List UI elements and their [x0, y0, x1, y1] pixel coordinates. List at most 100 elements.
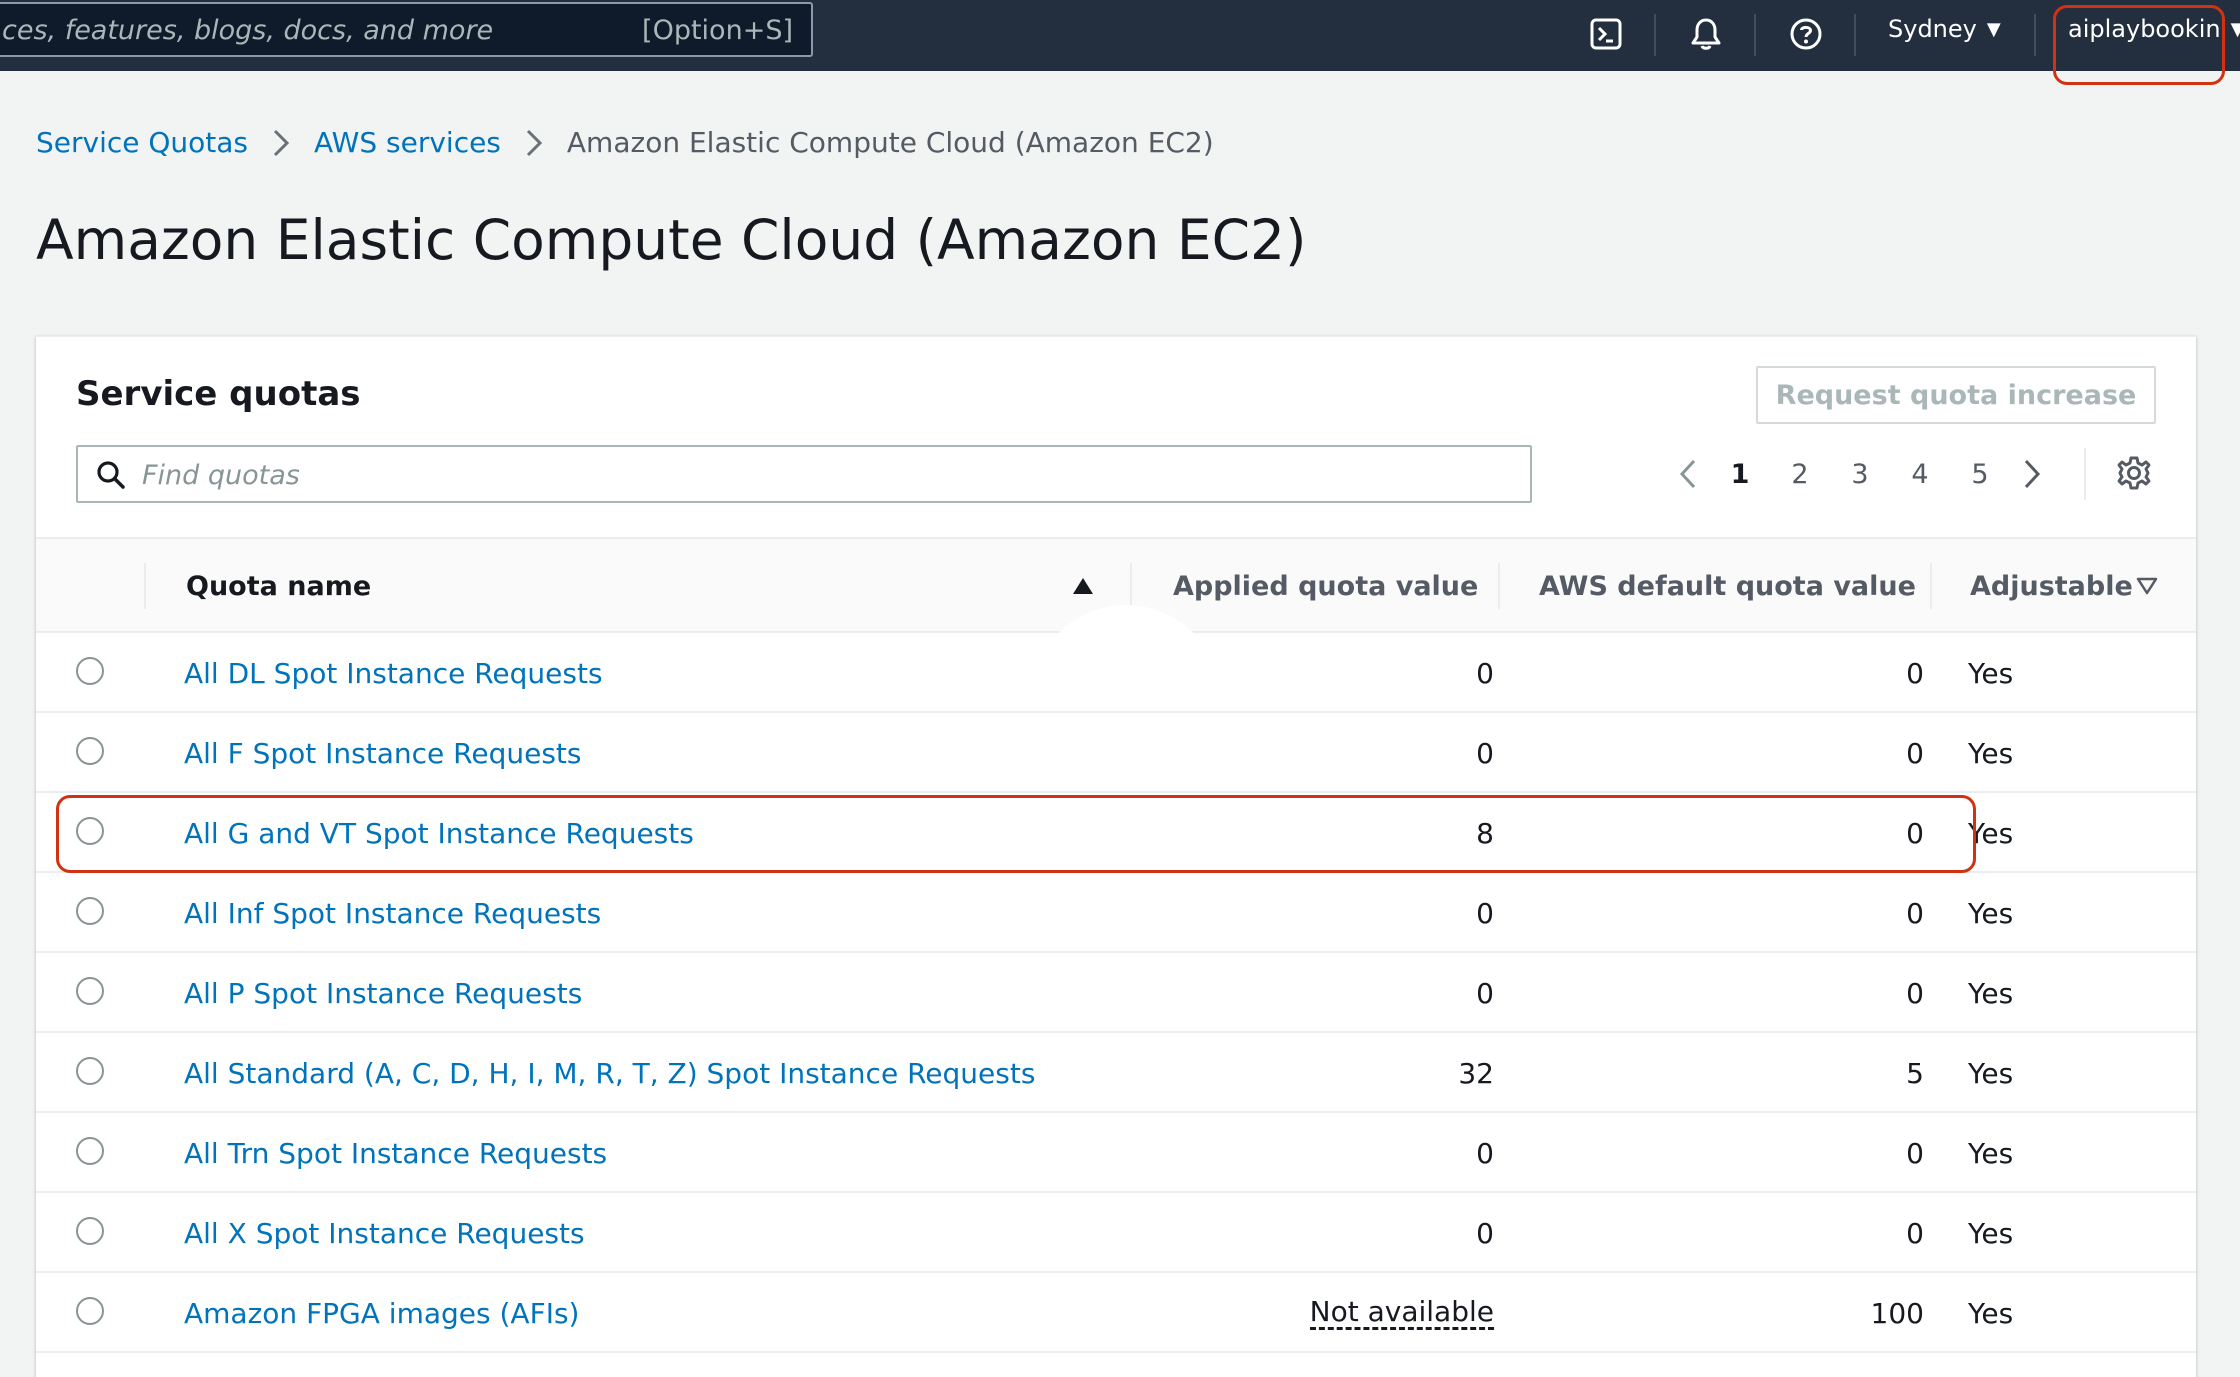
column-header-quota-name[interactable]: Quota name: [186, 571, 371, 602]
row-select-radio[interactable]: [76, 1217, 104, 1245]
column-divider: [1130, 563, 1132, 609]
find-quotas-input[interactable]: [140, 455, 1514, 495]
column-divider: [1498, 563, 1500, 609]
next-page-icon[interactable]: [2010, 451, 2054, 497]
applied-quota-value: 0: [1476, 1217, 1494, 1250]
search-icon: [96, 460, 126, 494]
filter-dropdown-icon[interactable]: [2136, 577, 2158, 599]
search-shortcut-hint: [Option+S]: [642, 15, 793, 46]
aws-default-quota-value: 0: [1906, 737, 1924, 770]
applied-quota-value: 8: [1476, 817, 1494, 850]
aws-default-quota-value: 0: [1906, 1217, 1924, 1250]
quota-name-link[interactable]: All Standard (A, C, D, H, I, M, R, T, Z)…: [184, 1057, 1035, 1090]
aws-default-quota-value: 5: [1906, 1057, 1924, 1090]
column-header-aws-default-quota-value[interactable]: AWS default quota value: [1539, 571, 1916, 602]
row-select-radio[interactable]: [76, 1297, 104, 1325]
applied-quota-value: 0: [1476, 897, 1494, 930]
row-select-radio[interactable]: [76, 817, 104, 845]
row-select-radio[interactable]: [76, 657, 104, 685]
applied-quota-value: 0: [1476, 1137, 1494, 1170]
global-search-placeholder: ces, features, blogs, docs, and more: [2, 15, 494, 46]
row-select-radio[interactable]: [76, 977, 104, 1005]
applied-quota-value: 0: [1476, 737, 1494, 770]
service-quotas-panel: Service quotas Request quota increase 1 …: [36, 336, 2196, 1377]
find-quotas-field[interactable]: [76, 445, 1532, 503]
quota-name-link[interactable]: All P Spot Instance Requests: [184, 977, 582, 1010]
breadcrumb-service-quotas[interactable]: Service Quotas: [36, 126, 248, 159]
adjustable-value: Yes: [1968, 657, 2014, 690]
adjustable-value: Yes: [1968, 897, 2014, 930]
quota-name-link[interactable]: All Trn Spot Instance Requests: [184, 1137, 607, 1170]
nav-divider: [1754, 14, 1756, 56]
table-row: All Trn Spot Instance Requests 0 0 Yes: [36, 1113, 2196, 1193]
nav-divider: [2034, 14, 2036, 56]
account-highlight-annotation: [2053, 5, 2225, 85]
aws-default-quota-value: 0: [1906, 977, 1924, 1010]
pagination: 1 2 3 4 5: [1666, 451, 2054, 497]
quota-name-link[interactable]: Amazon FPGA images (AFIs): [184, 1297, 579, 1330]
nav-divider: [1654, 14, 1656, 56]
aws-default-quota-value: 0: [1906, 897, 1924, 930]
column-divider: [144, 563, 146, 609]
adjustable-value: Yes: [1968, 737, 2014, 770]
bell-icon[interactable]: [1684, 12, 1728, 56]
applied-quota-value: 0: [1476, 657, 1494, 690]
applied-quota-value: 32: [1458, 1057, 1494, 1090]
table-body: All DL Spot Instance Requests 0 0 Yes Al…: [36, 633, 2196, 1353]
table-row: Amazon FPGA images (AFIs) Not available …: [36, 1273, 2196, 1353]
row-select-radio[interactable]: [76, 897, 104, 925]
quota-name-link[interactable]: All F Spot Instance Requests: [184, 737, 582, 770]
help-icon[interactable]: [1784, 12, 1828, 56]
page-1-button[interactable]: 1: [1710, 459, 1770, 490]
quota-name-link[interactable]: All G and VT Spot Instance Requests: [184, 817, 694, 850]
column-divider: [1930, 563, 1932, 609]
adjustable-value: Yes: [1968, 1297, 2014, 1330]
sort-ascending-icon[interactable]: [1072, 577, 1094, 599]
adjustable-value: Yes: [1968, 1137, 2014, 1170]
nav-divider: [1854, 14, 1856, 56]
adjustable-value: Yes: [1968, 1217, 2014, 1250]
global-search-input[interactable]: ces, features, blogs, docs, and more [Op…: [0, 2, 813, 57]
table-row: All X Spot Instance Requests 0 0 Yes: [36, 1193, 2196, 1273]
previous-page-icon[interactable]: [1666, 451, 1710, 497]
region-label: Sydney: [1888, 15, 1977, 43]
request-quota-increase-button[interactable]: Request quota increase: [1756, 366, 2156, 424]
row-select-radio[interactable]: [76, 1137, 104, 1165]
cloudshell-icon[interactable]: [1584, 12, 1628, 56]
aws-default-quota-value: 100: [1870, 1297, 1924, 1330]
aws-default-quota-value: 0: [1906, 817, 1924, 850]
page-2-button[interactable]: 2: [1770, 459, 1830, 490]
applied-quota-value-not-available[interactable]: Not available: [1309, 1297, 1494, 1330]
gear-icon[interactable]: [2116, 455, 2152, 495]
table-row: All P Spot Instance Requests 0 0 Yes: [36, 953, 2196, 1033]
adjustable-value: Yes: [1968, 977, 2014, 1010]
applied-quota-value: 0: [1476, 977, 1494, 1010]
breadcrumb: Service Quotas AWS services Amazon Elast…: [36, 126, 1214, 159]
column-header-adjustable[interactable]: Adjustable: [1970, 571, 2133, 602]
table-row: All DL Spot Instance Requests 0 0 Yes: [36, 633, 2196, 713]
top-navigation-bar: ces, features, blogs, docs, and more [Op…: [0, 0, 2240, 71]
breadcrumb-aws-services[interactable]: AWS services: [314, 126, 501, 159]
page-3-button[interactable]: 3: [1830, 459, 1890, 490]
adjustable-value: Yes: [1968, 1057, 2014, 1090]
table-row: All G and VT Spot Instance Requests 8 0 …: [36, 793, 2196, 873]
quota-name-link[interactable]: All X Spot Instance Requests: [184, 1217, 585, 1250]
caret-down-icon: ▼: [2230, 19, 2240, 40]
region-selector[interactable]: Sydney ▼: [1888, 15, 2001, 43]
quota-name-link[interactable]: All Inf Spot Instance Requests: [184, 897, 601, 930]
page-4-button[interactable]: 4: [1890, 459, 1950, 490]
table-row: All Standard (A, C, D, H, I, M, R, T, Z)…: [36, 1033, 2196, 1113]
aws-default-quota-value: 0: [1906, 1137, 1924, 1170]
panel-title: Service quotas: [76, 374, 361, 414]
adjustable-value: Yes: [1968, 817, 2014, 850]
pager-divider: [2084, 448, 2086, 500]
table-row: All Inf Spot Instance Requests 0 0 Yes: [36, 873, 2196, 953]
row-select-radio[interactable]: [76, 1057, 104, 1085]
page-title: Amazon Elastic Compute Cloud (Amazon EC2…: [36, 208, 1307, 272]
chevron-right-icon: [526, 128, 542, 158]
table-row: All F Spot Instance Requests 0 0 Yes: [36, 713, 2196, 793]
column-header-applied-quota-value[interactable]: Applied quota value: [1173, 571, 1478, 602]
page-5-button[interactable]: 5: [1950, 459, 2010, 490]
row-select-radio[interactable]: [76, 737, 104, 765]
quota-name-link[interactable]: All DL Spot Instance Requests: [184, 657, 603, 690]
